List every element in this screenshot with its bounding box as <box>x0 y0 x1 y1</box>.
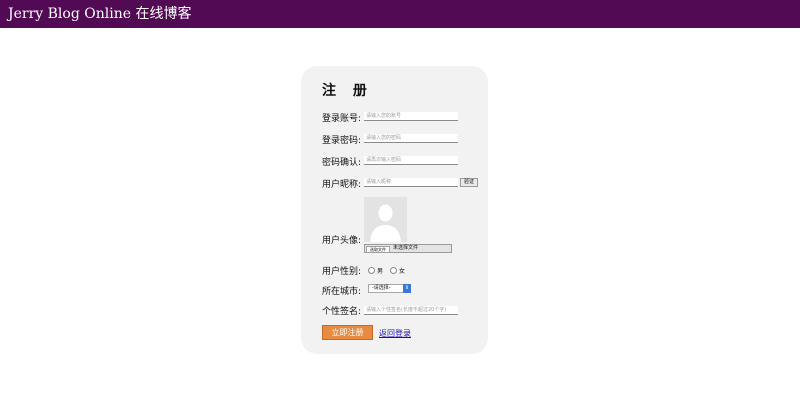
avatar-placeholder <box>364 197 407 242</box>
gender-label: 用户性别: <box>322 267 362 277</box>
gender-male-label: 男 <box>377 268 384 275</box>
gender-male-radio[interactable] <box>368 267 375 274</box>
form-title: 注 册 <box>322 83 373 99</box>
account-input[interactable]: 请输入您的账号 <box>364 112 458 121</box>
city-label: 所在城市: <box>322 287 362 297</box>
signature-input[interactable]: 请输入个性签名(长度不超过20个字) <box>364 306 458 315</box>
nickname-input[interactable]: 请输入昵称 <box>364 178 458 187</box>
password-input[interactable]: 请输入您的密码 <box>364 134 458 143</box>
register-card: 注 册 登录账号: 请输入您的账号 登录密码: 请输入您的密码 密码确认: 请再… <box>301 66 488 354</box>
top-bar: Jerry Blog Online 在线博客 <box>0 0 800 28</box>
avatar-label: 用户头像: <box>322 236 362 246</box>
city-select[interactable]: -请选择- ⇕ <box>368 284 411 293</box>
gender-female-label: 女 <box>399 268 406 275</box>
back-to-login-link[interactable]: 返回登录 <box>379 328 411 339</box>
account-label: 登录账号: <box>322 114 362 124</box>
register-button[interactable]: 立即注册 <box>322 325 373 340</box>
city-select-value: -请选择- <box>372 285 391 291</box>
confirm-password-input[interactable]: 请再次输入密码 <box>364 156 458 165</box>
file-status: 未选择文件 <box>393 245 419 251</box>
gender-female-radio[interactable] <box>390 267 397 274</box>
choose-file-button[interactable]: 选取文件 <box>366 246 390 253</box>
file-picker[interactable]: 选取文件 未选择文件 <box>364 244 452 253</box>
select-arrows-icon: ⇕ <box>403 284 411 293</box>
signature-label: 个性签名: <box>322 307 362 317</box>
verify-button[interactable]: 验证 <box>460 178 478 187</box>
confirm-password-label: 密码确认: <box>322 158 362 168</box>
password-label: 登录密码: <box>322 136 362 146</box>
site-title: Jerry Blog Online 在线博客 <box>8 6 192 22</box>
user-silhouette-icon <box>364 197 407 242</box>
nickname-label: 用户昵称: <box>322 180 362 190</box>
